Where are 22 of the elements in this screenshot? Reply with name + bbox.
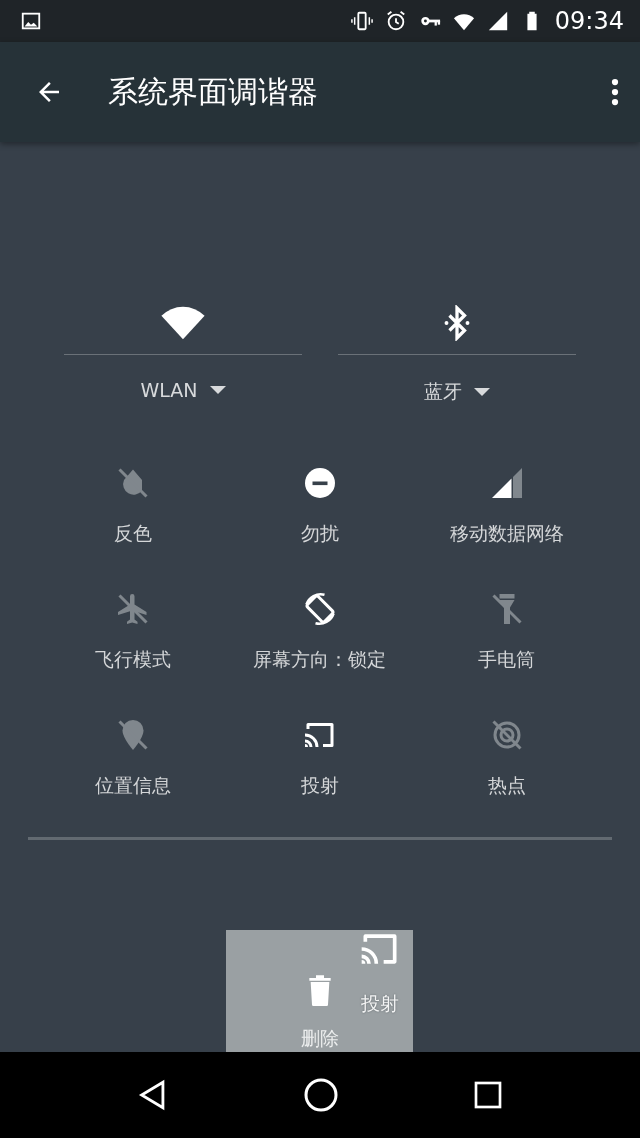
dragged-tile-label: 投射	[361, 991, 399, 1016]
clock-time: 09:34	[554, 7, 624, 35]
wifi-icon[interactable]	[161, 305, 205, 341]
tile-label[interactable]: 飞行模式	[95, 647, 172, 673]
tile-label[interactable]: 手电筒	[478, 647, 536, 673]
caret-icon	[209, 386, 226, 394]
tile-label[interactable]: 屏幕方向：锁定	[253, 647, 387, 673]
dropdown-label[interactable]: WLAN	[140, 379, 226, 401]
tile-label[interactable]: 移动数据网络	[449, 521, 564, 547]
signal-icon	[486, 10, 509, 32]
caret-icon	[474, 388, 490, 396]
tile-label[interactable]: 热点	[487, 773, 526, 799]
remove-label: 删除	[300, 1026, 339, 1051]
vibrate-icon	[350, 10, 373, 32]
tile-label[interactable]: 勿扰	[301, 521, 339, 547]
tile-label[interactable]: 投射	[301, 773, 339, 799]
more-options-icon[interactable]	[610, 77, 620, 107]
tile-label[interactable]: 反色	[114, 521, 153, 547]
image-icon	[20, 10, 42, 32]
window-title: 系统界面调谐器	[108, 72, 319, 111]
tile-label[interactable]: 位置信息	[95, 773, 172, 799]
dropdown-label[interactable]: 蓝牙	[424, 379, 490, 405]
